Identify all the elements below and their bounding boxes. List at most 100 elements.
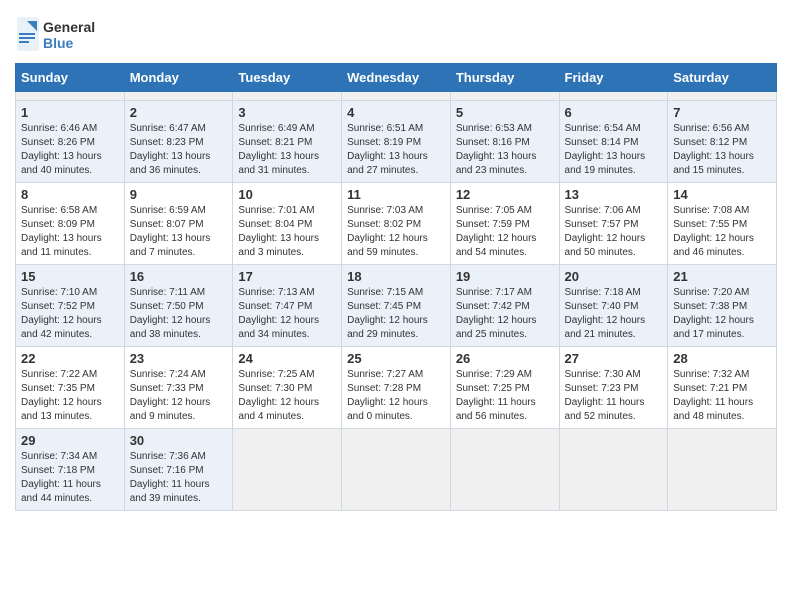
- calendar-cell: 14 Sunrise: 7:08 AM Sunset: 7:55 PM Dayl…: [668, 183, 777, 265]
- daylight-text: Daylight: 12 hours and 50 minutes.: [565, 233, 646, 258]
- day-info: Sunrise: 6:49 AM Sunset: 8:21 PM Dayligh…: [238, 122, 336, 178]
- daylight-text: Daylight: 12 hours and 4 minutes.: [238, 397, 319, 422]
- day-info: Sunrise: 7:10 AM Sunset: 7:52 PM Dayligh…: [21, 286, 119, 342]
- day-number: 30: [130, 433, 228, 448]
- calendar-week-row: 15 Sunrise: 7:10 AM Sunset: 7:52 PM Dayl…: [16, 265, 777, 347]
- day-number: 18: [347, 269, 445, 284]
- calendar-cell: 1 Sunrise: 6:46 AM Sunset: 8:26 PM Dayli…: [16, 101, 125, 183]
- daylight-text: Daylight: 13 hours and 23 minutes.: [456, 151, 537, 176]
- daylight-text: Daylight: 13 hours and 7 minutes.: [130, 233, 211, 258]
- sunset-text: Sunset: 7:40 PM: [565, 301, 639, 312]
- day-info: Sunrise: 7:25 AM Sunset: 7:30 PM Dayligh…: [238, 368, 336, 424]
- sunset-text: Sunset: 7:35 PM: [21, 383, 95, 394]
- day-number: 11: [347, 187, 445, 202]
- sunset-text: Sunset: 7:47 PM: [238, 301, 312, 312]
- daylight-text: Daylight: 13 hours and 19 minutes.: [565, 151, 646, 176]
- calendar-cell: 11 Sunrise: 7:03 AM Sunset: 8:02 PM Dayl…: [342, 183, 451, 265]
- sunset-text: Sunset: 7:25 PM: [456, 383, 530, 394]
- sunset-text: Sunset: 7:45 PM: [347, 301, 421, 312]
- sunrise-text: Sunrise: 7:17 AM: [456, 287, 532, 298]
- calendar-cell: [668, 92, 777, 101]
- day-info: Sunrise: 7:11 AM Sunset: 7:50 PM Dayligh…: [130, 286, 228, 342]
- day-number: 29: [21, 433, 119, 448]
- calendar-cell: [16, 92, 125, 101]
- calendar-cell: 26 Sunrise: 7:29 AM Sunset: 7:25 PM Dayl…: [450, 347, 559, 429]
- svg-text:General: General: [43, 19, 95, 35]
- calendar-week-row: 22 Sunrise: 7:22 AM Sunset: 7:35 PM Dayl…: [16, 347, 777, 429]
- calendar-cell: 28 Sunrise: 7:32 AM Sunset: 7:21 PM Dayl…: [668, 347, 777, 429]
- day-info: Sunrise: 6:53 AM Sunset: 8:16 PM Dayligh…: [456, 122, 554, 178]
- calendar-cell: 16 Sunrise: 7:11 AM Sunset: 7:50 PM Dayl…: [124, 265, 233, 347]
- calendar-cell: 17 Sunrise: 7:13 AM Sunset: 7:47 PM Dayl…: [233, 265, 342, 347]
- daylight-text: Daylight: 12 hours and 0 minutes.: [347, 397, 428, 422]
- sunrise-text: Sunrise: 7:11 AM: [130, 287, 205, 298]
- day-number: 28: [673, 351, 771, 366]
- calendar-cell: 7 Sunrise: 6:56 AM Sunset: 8:12 PM Dayli…: [668, 101, 777, 183]
- sunrise-text: Sunrise: 7:32 AM: [673, 369, 749, 380]
- day-number: 15: [21, 269, 119, 284]
- day-info: Sunrise: 7:36 AM Sunset: 7:16 PM Dayligh…: [130, 450, 228, 506]
- weekday-header: Monday: [124, 64, 233, 92]
- sunset-text: Sunset: 8:21 PM: [238, 137, 312, 148]
- sunset-text: Sunset: 7:50 PM: [130, 301, 204, 312]
- day-info: Sunrise: 7:18 AM Sunset: 7:40 PM Dayligh…: [565, 286, 663, 342]
- calendar-cell: [450, 429, 559, 511]
- sunset-text: Sunset: 7:16 PM: [130, 465, 204, 476]
- day-info: Sunrise: 7:22 AM Sunset: 7:35 PM Dayligh…: [21, 368, 119, 424]
- sunrise-text: Sunrise: 7:03 AM: [347, 205, 423, 216]
- sunset-text: Sunset: 7:23 PM: [565, 383, 639, 394]
- calendar-cell: 23 Sunrise: 7:24 AM Sunset: 7:33 PM Dayl…: [124, 347, 233, 429]
- day-info: Sunrise: 6:59 AM Sunset: 8:07 PM Dayligh…: [130, 204, 228, 260]
- sunset-text: Sunset: 7:18 PM: [21, 465, 95, 476]
- day-number: 23: [130, 351, 228, 366]
- sunset-text: Sunset: 8:26 PM: [21, 137, 95, 148]
- sunrise-text: Sunrise: 6:54 AM: [565, 123, 641, 134]
- daylight-text: Daylight: 13 hours and 3 minutes.: [238, 233, 319, 258]
- calendar-cell: 3 Sunrise: 6:49 AM Sunset: 8:21 PM Dayli…: [233, 101, 342, 183]
- calendar-week-row: [16, 92, 777, 101]
- calendar-cell: 25 Sunrise: 7:27 AM Sunset: 7:28 PM Dayl…: [342, 347, 451, 429]
- sunrise-text: Sunrise: 7:30 AM: [565, 369, 641, 380]
- day-number: 6: [565, 105, 663, 120]
- calendar-cell: 2 Sunrise: 6:47 AM Sunset: 8:23 PM Dayli…: [124, 101, 233, 183]
- sunset-text: Sunset: 8:09 PM: [21, 219, 95, 230]
- day-number: 17: [238, 269, 336, 284]
- weekday-header: Thursday: [450, 64, 559, 92]
- calendar-header: SundayMondayTuesdayWednesdayThursdayFrid…: [16, 64, 777, 92]
- weekday-header: Tuesday: [233, 64, 342, 92]
- logo-svg: General Blue: [15, 15, 105, 53]
- daylight-text: Daylight: 13 hours and 36 minutes.: [130, 151, 211, 176]
- day-number: 3: [238, 105, 336, 120]
- day-number: 4: [347, 105, 445, 120]
- daylight-text: Daylight: 12 hours and 25 minutes.: [456, 315, 537, 340]
- sunrise-text: Sunrise: 6:58 AM: [21, 205, 97, 216]
- day-info: Sunrise: 7:20 AM Sunset: 7:38 PM Dayligh…: [673, 286, 771, 342]
- day-info: Sunrise: 7:29 AM Sunset: 7:25 PM Dayligh…: [456, 368, 554, 424]
- daylight-text: Daylight: 11 hours and 39 minutes.: [130, 479, 210, 504]
- sunset-text: Sunset: 8:07 PM: [130, 219, 204, 230]
- sunset-text: Sunset: 7:28 PM: [347, 383, 421, 394]
- day-number: 8: [21, 187, 119, 202]
- calendar-cell: 21 Sunrise: 7:20 AM Sunset: 7:38 PM Dayl…: [668, 265, 777, 347]
- calendar-cell: [450, 92, 559, 101]
- sunrise-text: Sunrise: 6:47 AM: [130, 123, 206, 134]
- weekday-header: Friday: [559, 64, 668, 92]
- day-number: 27: [565, 351, 663, 366]
- day-info: Sunrise: 7:32 AM Sunset: 7:21 PM Dayligh…: [673, 368, 771, 424]
- sunset-text: Sunset: 8:02 PM: [347, 219, 421, 230]
- calendar-cell: [559, 429, 668, 511]
- sunrise-text: Sunrise: 7:20 AM: [673, 287, 749, 298]
- day-number: 16: [130, 269, 228, 284]
- daylight-text: Daylight: 12 hours and 13 minutes.: [21, 397, 102, 422]
- calendar-cell: 22 Sunrise: 7:22 AM Sunset: 7:35 PM Dayl…: [16, 347, 125, 429]
- day-number: 5: [456, 105, 554, 120]
- day-info: Sunrise: 7:34 AM Sunset: 7:18 PM Dayligh…: [21, 450, 119, 506]
- calendar-cell: 30 Sunrise: 7:36 AM Sunset: 7:16 PM Dayl…: [124, 429, 233, 511]
- sunset-text: Sunset: 8:04 PM: [238, 219, 312, 230]
- sunset-text: Sunset: 7:55 PM: [673, 219, 747, 230]
- calendar-cell: [233, 92, 342, 101]
- calendar-cell: 29 Sunrise: 7:34 AM Sunset: 7:18 PM Dayl…: [16, 429, 125, 511]
- calendar-cell: [668, 429, 777, 511]
- day-info: Sunrise: 7:01 AM Sunset: 8:04 PM Dayligh…: [238, 204, 336, 260]
- calendar-cell: [559, 92, 668, 101]
